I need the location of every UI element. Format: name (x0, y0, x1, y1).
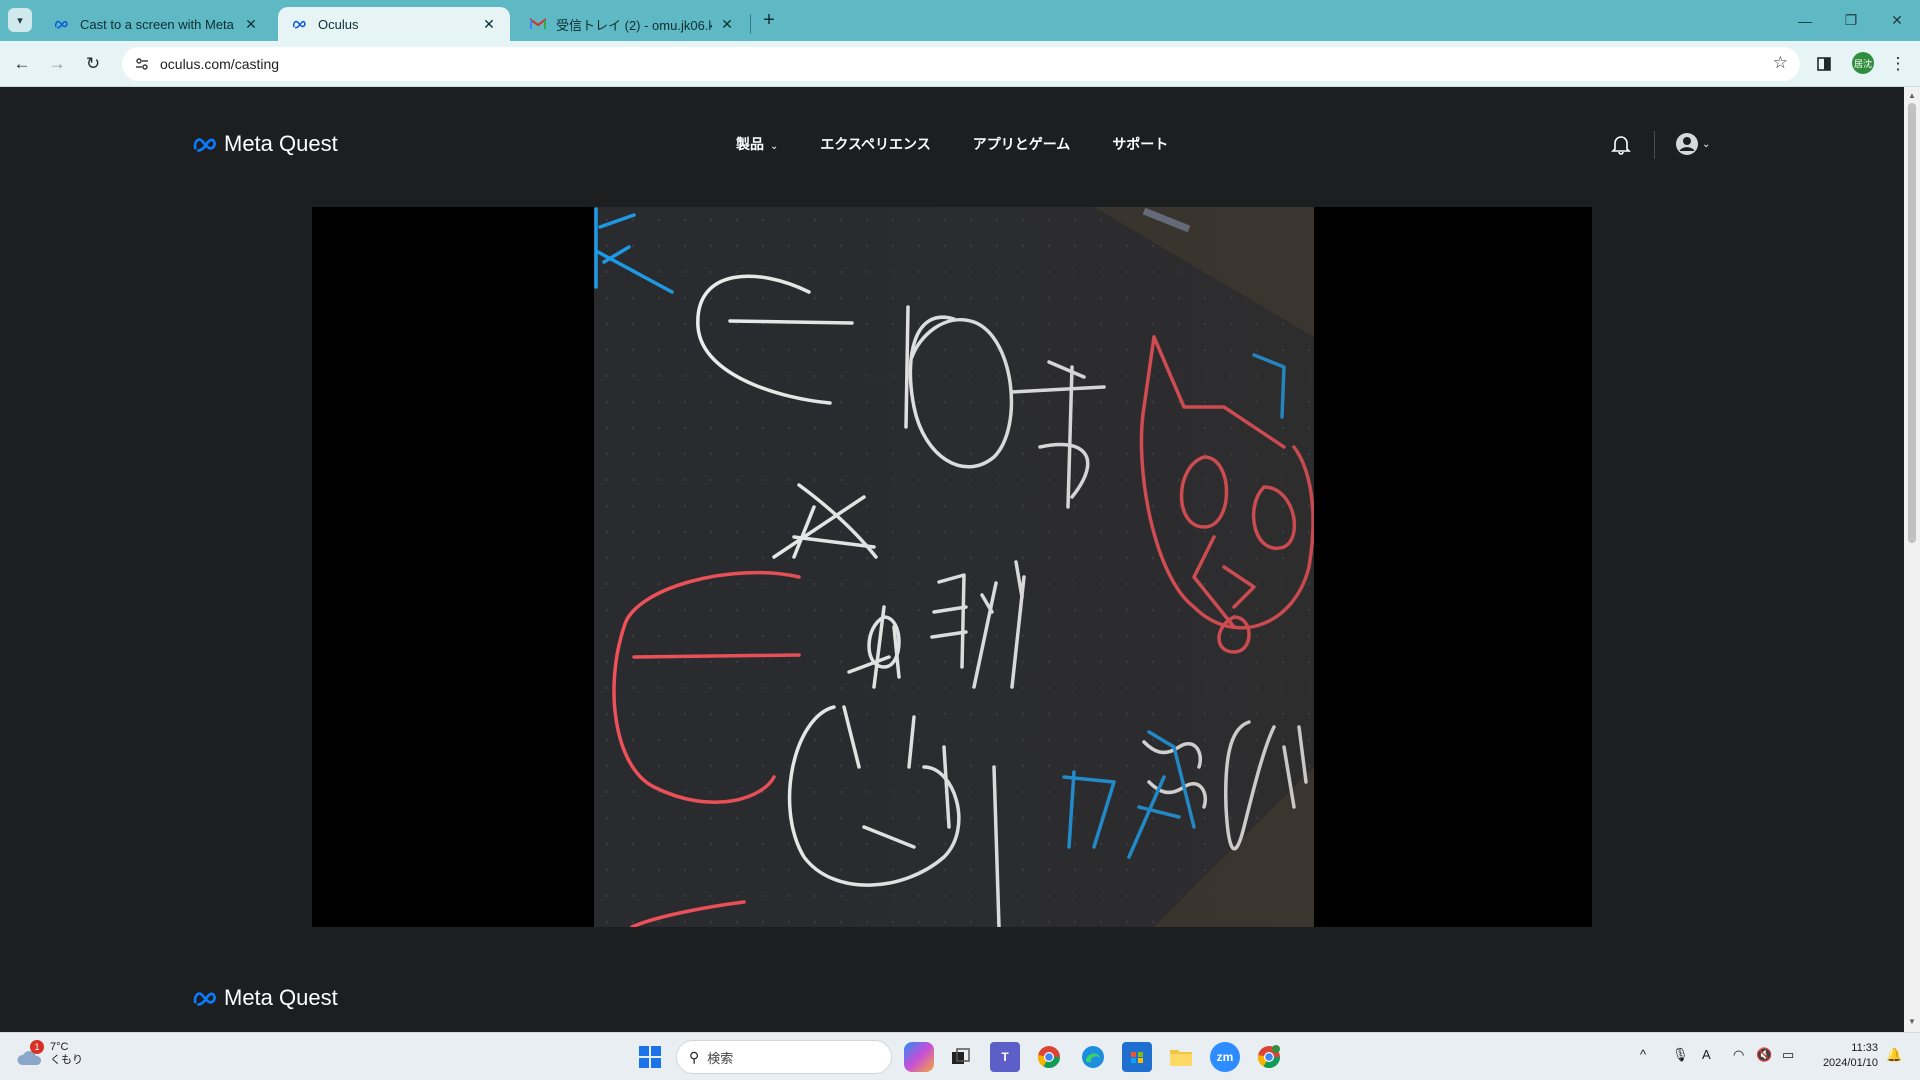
nav-label: 製品 (736, 136, 764, 152)
tab-separator (750, 14, 751, 34)
zoom-label: zm (1216, 1050, 1234, 1064)
search-icon: ⚲ (689, 1048, 700, 1065)
meta-logo-icon (193, 138, 216, 152)
notification-icon[interactable]: 🔔 (1886, 1047, 1902, 1063)
tab-cast-to-screen[interactable]: Cast to a screen with Meta Que ✕ (40, 7, 272, 41)
logo-text: Meta Quest (224, 985, 338, 1010)
nav-label: サポート (1112, 136, 1169, 152)
meta-icon (292, 16, 308, 32)
zoom-icon[interactable]: zm (1210, 1042, 1240, 1072)
close-icon[interactable]: ✕ (480, 15, 498, 33)
tab-title: 受信トレイ (2) - omu.jk06.kosen (556, 17, 712, 33)
taskbar-search[interactable]: ⚲ 検索 (676, 1040, 892, 1074)
notification-bell-icon[interactable] (1610, 133, 1632, 155)
close-icon[interactable]: ✕ (242, 15, 260, 33)
start-icon[interactable] (635, 1042, 665, 1072)
page-scrollbar[interactable]: ▲ ▼ (1904, 87, 1920, 1032)
nav-label: エクスペリエンス (820, 136, 931, 152)
task-view-icon[interactable] (946, 1042, 976, 1072)
logo-text: Meta Quest (224, 131, 338, 156)
chevron-down-icon: ⌄ (1702, 138, 1711, 150)
teams-icon[interactable]: T (990, 1042, 1020, 1072)
nav-label: アプリとゲーム (972, 136, 1071, 152)
store-icon[interactable] (1122, 1042, 1152, 1072)
nav-apps-games[interactable]: アプリとゲーム (973, 134, 1071, 154)
page-content: Meta Quest 製品 ⌄ エクスペリエンス アプリとゲーム サポート ⌄ (0, 87, 1904, 1032)
account-menu[interactable]: ⌄ (1675, 132, 1710, 156)
nav-products[interactable]: 製品 ⌄ (736, 134, 778, 154)
scrollbar-thumb[interactable] (1908, 103, 1916, 543)
chrome-icon[interactable] (1034, 1042, 1064, 1072)
restore-icon[interactable]: ❐ (1828, 0, 1874, 41)
ime-icon[interactable]: A (1702, 1047, 1711, 1062)
minimize-icon[interactable]: — (1782, 0, 1828, 41)
side-panel-icon[interactable] (1810, 50, 1838, 78)
nav-experiences[interactable]: エクスペリエンス (820, 134, 930, 154)
explorer-icon[interactable] (1166, 1042, 1196, 1072)
header-divider (1654, 131, 1655, 159)
cast-stream-view (594, 207, 1314, 927)
bookmark-star-icon[interactable]: ☆ (1773, 53, 1788, 73)
battery-icon[interactable]: ▭ (1782, 1047, 1794, 1063)
main-nav: 製品 ⌄ エクスペリエンス アプリとゲーム サポート (736, 134, 1168, 154)
tab-title: Cast to a screen with Meta Que (80, 16, 236, 32)
weather-widget[interactable]: 1 7°C くもり (16, 1040, 83, 1067)
chevron-down-icon: ⌄ (770, 141, 779, 152)
profile-avatar[interactable]: 居沈 (1852, 52, 1874, 74)
microphone-icon[interactable]: 🎙 (1672, 1047, 1689, 1063)
forward-arrow-icon[interactable]: → (43, 50, 71, 78)
scroll-up-arrow-icon[interactable]: ▲ (1908, 91, 1916, 100)
chevron-down-icon: ▾ (17, 14, 23, 27)
meta-quest-logo[interactable]: Meta Quest (192, 131, 338, 157)
weather-condition: くもり (50, 1054, 83, 1066)
cast-video-player[interactable] (312, 207, 1592, 927)
browser-toolbar: ← → ↻ oculus.com/casting ☆ ⋮ (0, 41, 1920, 87)
windows-taskbar: 1 7°C くもり ⚲ 検索 T zm ^ 🎙 A ◠ 🔇 ▭ 11:33 20… (0, 1032, 1920, 1080)
reload-icon[interactable]: ↻ (79, 50, 107, 78)
weather-temp: 7°C (50, 1041, 69, 1053)
copilot-icon[interactable] (904, 1042, 934, 1072)
tray-overflow-icon[interactable]: ^ (1640, 1047, 1646, 1062)
back-arrow-icon[interactable]: ← (8, 50, 36, 78)
clock-time: 11:33 (1851, 1042, 1878, 1054)
tab-search-button[interactable]: ▾ (8, 8, 32, 32)
edge-icon[interactable] (1078, 1042, 1108, 1072)
chrome-profile-icon[interactable] (1254, 1042, 1284, 1072)
meta-logo-icon (193, 992, 216, 1006)
meta-icon (54, 16, 70, 32)
system-clock[interactable]: 11:33 2024/01/10 (1808, 1041, 1878, 1071)
url-text: oculus.com/casting (160, 56, 280, 72)
footer-meta-quest-logo[interactable]: Meta Quest (192, 985, 338, 1011)
window-close-icon[interactable]: ✕ (1874, 0, 1920, 41)
user-avatar-icon (1676, 133, 1698, 155)
kebab-menu-icon[interactable]: ⋮ (1884, 50, 1912, 78)
volume-muted-icon[interactable]: 🔇 (1756, 1047, 1772, 1063)
clock-date: 2024/01/10 (1822, 1057, 1878, 1069)
scroll-down-arrow-icon[interactable]: ▼ (1908, 1017, 1916, 1026)
cloud-icon: 1 (16, 1040, 46, 1067)
tab-strip: ▾ Cast to a screen with Meta Que ✕ Oculu… (0, 0, 1920, 41)
nav-support[interactable]: サポート (1112, 134, 1168, 154)
wifi-icon[interactable]: ◠ (1733, 1047, 1744, 1063)
whiteboard-drawing (594, 207, 1314, 927)
site-settings-icon[interactable] (128, 50, 156, 78)
address-bar[interactable]: oculus.com/casting ☆ (122, 47, 1800, 81)
new-tab-button[interactable]: + (760, 9, 778, 31)
weather-badge: 1 (30, 1040, 44, 1054)
search-placeholder: 検索 (707, 1050, 734, 1066)
tab-title: Oculus (318, 16, 359, 32)
gmail-icon (530, 16, 546, 32)
tab-gmail[interactable]: 受信トレイ (2) - omu.jk06.kosen ✕ (516, 7, 748, 41)
tab-oculus[interactable]: Oculus ✕ (278, 7, 510, 41)
close-icon[interactable]: ✕ (718, 15, 736, 33)
